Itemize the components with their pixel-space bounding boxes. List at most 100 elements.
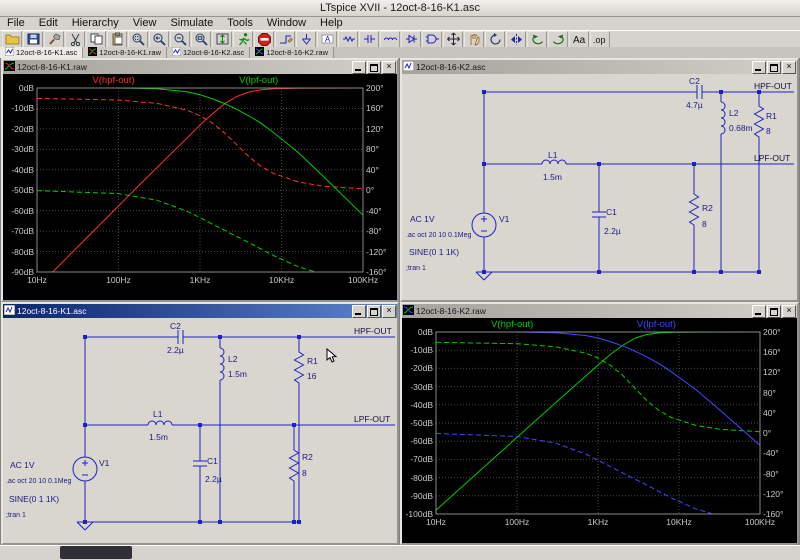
inductor-button[interactable] bbox=[380, 31, 400, 48]
menu-tools[interactable]: Tools bbox=[220, 17, 260, 30]
menu-hierarchy[interactable]: Hierarchy bbox=[65, 17, 126, 30]
close-button[interactable]: × bbox=[382, 305, 396, 318]
capacitor-C2[interactable] bbox=[175, 330, 186, 344]
resistor-R2[interactable] bbox=[690, 192, 699, 228]
save-button[interactable] bbox=[23, 31, 43, 48]
window-titlebar[interactable]: LTspice XVII - 12oct-8-16-K1.asc bbox=[0, 0, 800, 17]
trace-legend-Vlpf-out[interactable]: V(lpf-out) bbox=[239, 75, 278, 86]
diode-button[interactable] bbox=[401, 31, 421, 48]
trace-legend-Vhpf-out[interactable]: V(hpf-out) bbox=[92, 75, 134, 86]
cut-button[interactable] bbox=[65, 31, 85, 48]
capacitor-C1[interactable] bbox=[592, 209, 606, 220]
open-button[interactable] bbox=[2, 31, 22, 48]
wire-button[interactable] bbox=[275, 31, 295, 48]
inductor-L1[interactable] bbox=[148, 421, 172, 425]
tab-12oct-8-16-K2-asc[interactable]: 12oct-8-16-K2.asc bbox=[167, 47, 250, 58]
control-panel-button[interactable] bbox=[44, 31, 64, 48]
copy-button[interactable] bbox=[86, 31, 106, 48]
maximize-button[interactable] bbox=[767, 61, 781, 74]
voltage-source-V1[interactable] bbox=[73, 457, 97, 481]
capacitor-C1[interactable] bbox=[193, 458, 207, 469]
move-button[interactable] bbox=[443, 31, 463, 48]
ground-button[interactable] bbox=[296, 31, 316, 48]
close-button[interactable]: × bbox=[382, 61, 396, 74]
minimize-button[interactable] bbox=[352, 305, 366, 318]
minimize-button[interactable] bbox=[752, 61, 766, 74]
capacitor-icon bbox=[362, 32, 377, 46]
close-button[interactable]: × bbox=[782, 305, 796, 318]
trace-legend-Vhpf-out[interactable]: V(hpf-out) bbox=[491, 319, 533, 330]
maximize-button[interactable] bbox=[367, 305, 381, 318]
resistor-R2[interactable] bbox=[290, 448, 299, 484]
menu-window[interactable]: Window bbox=[260, 17, 313, 30]
y-axis-label: -20dB bbox=[3, 124, 34, 134]
junction-dots bbox=[482, 90, 761, 274]
phase-axis-label: 200° bbox=[763, 327, 781, 337]
plot-canvas[interactable] bbox=[402, 318, 797, 543]
net-label-button[interactable]: A bbox=[317, 31, 337, 48]
text-button[interactable]: Aa bbox=[569, 31, 589, 48]
maximize-button[interactable] bbox=[367, 61, 381, 74]
plot-canvas[interactable] bbox=[3, 74, 397, 300]
resistor-R1[interactable] bbox=[755, 104, 764, 140]
window-caption-title: 12oct-8-16-K1.asc bbox=[17, 306, 350, 316]
window-caption[interactable]: 12oct-8-16-K1.raw × bbox=[3, 60, 397, 74]
run-button[interactable] bbox=[233, 31, 253, 48]
mdi-area: 12oct-8-16-K1.raw × 0dB-10dB-20dB-30dB-4… bbox=[0, 58, 800, 545]
schematic-canvas-k2[interactable]: C2 4.7µ L2 0.68m R1 8 L1 1.5m C1 2.2µ R2… bbox=[402, 74, 797, 300]
ground-icon bbox=[299, 32, 314, 46]
window-caption[interactable]: 12oct-8-16-K2.asc × bbox=[402, 60, 797, 74]
window-caption[interactable]: 12oct-8-16-K1.asc × bbox=[3, 304, 397, 318]
redo-button[interactable] bbox=[548, 31, 568, 48]
capacitor-C2[interactable] bbox=[694, 85, 705, 99]
autorange-button[interactable] bbox=[212, 31, 232, 48]
menu-view[interactable]: View bbox=[126, 17, 164, 30]
mirror-button[interactable] bbox=[506, 31, 526, 48]
menu-simulate[interactable]: Simulate bbox=[163, 17, 220, 30]
zoom-out-button[interactable] bbox=[170, 31, 190, 48]
window-caption[interactable]: 12oct-8-16-K2.raw × bbox=[402, 304, 797, 318]
open-icon bbox=[5, 32, 20, 46]
capacitor-button[interactable] bbox=[359, 31, 379, 48]
trace-magnitude[interactable] bbox=[436, 332, 760, 510]
menu-file[interactable]: File bbox=[0, 17, 32, 30]
minimize-button[interactable] bbox=[752, 305, 766, 318]
zoom-back-button[interactable] bbox=[149, 31, 169, 48]
rotate-button[interactable] bbox=[485, 31, 505, 48]
x-axis-label: 100Hz bbox=[495, 517, 539, 527]
tab-12oct-8-16-K1-asc[interactable]: 12oct-8-16-K1.asc bbox=[0, 47, 83, 58]
waveform-pane-k2[interactable]: 0dB-10dB-20dB-30dB-40dB-50dB-60dB-70dB-8… bbox=[402, 318, 797, 543]
x-axis-label: 10KHz bbox=[260, 275, 304, 285]
schematic-canvas-k1[interactable]: C2 2.2µ L2 1.5m R1 16 L1 1.5m C1 2.2µ R2… bbox=[3, 318, 397, 543]
menu-edit[interactable]: Edit bbox=[32, 17, 65, 30]
voltage-source-V1[interactable] bbox=[472, 213, 496, 237]
maximize-button[interactable] bbox=[767, 305, 781, 318]
close-button[interactable]: × bbox=[782, 61, 796, 74]
component-button[interactable] bbox=[422, 31, 442, 48]
resistor-icon bbox=[341, 32, 356, 46]
trace-legend-Vlpf-out[interactable]: V(lpf-out) bbox=[637, 319, 676, 330]
window-plot-k2: 12oct-8-16-K2.raw × 0dB-10dB-20dB-30dB-4… bbox=[400, 302, 799, 545]
zoom-area-button[interactable] bbox=[128, 31, 148, 48]
menu-help[interactable]: Help bbox=[313, 17, 350, 30]
drag-button[interactable] bbox=[464, 31, 484, 48]
zoom-full-button[interactable] bbox=[191, 31, 211, 48]
resistor-button[interactable] bbox=[338, 31, 358, 48]
resistor-R1[interactable] bbox=[295, 350, 304, 386]
paste-button[interactable] bbox=[107, 31, 127, 48]
net-label-lpf: LPF-OUT bbox=[754, 153, 790, 163]
inductor-L1[interactable] bbox=[542, 160, 566, 164]
tab-12oct-8-16-K1-raw[interactable]: 12oct-8-16-K1.raw bbox=[83, 47, 167, 58]
inductor-L2[interactable] bbox=[721, 102, 725, 134]
phase-axis-label: 40° bbox=[763, 408, 776, 418]
waveform-pane-k1[interactable]: 0dB-10dB-20dB-30dB-40dB-50dB-60dB-70dB-8… bbox=[3, 74, 397, 300]
halt-button[interactable] bbox=[254, 31, 274, 48]
y-axis-label: -30dB bbox=[3, 144, 34, 154]
phase-axis-label: 0° bbox=[763, 428, 771, 438]
minimize-button[interactable] bbox=[352, 61, 366, 74]
undo-button[interactable] bbox=[527, 31, 547, 48]
inductor-L2[interactable] bbox=[220, 348, 224, 380]
tab-12oct-8-16-K2-raw[interactable]: 12oct-8-16-K2.raw bbox=[250, 47, 334, 58]
spice-directive-button[interactable]: .op bbox=[590, 31, 610, 48]
plot-grid bbox=[436, 332, 760, 514]
